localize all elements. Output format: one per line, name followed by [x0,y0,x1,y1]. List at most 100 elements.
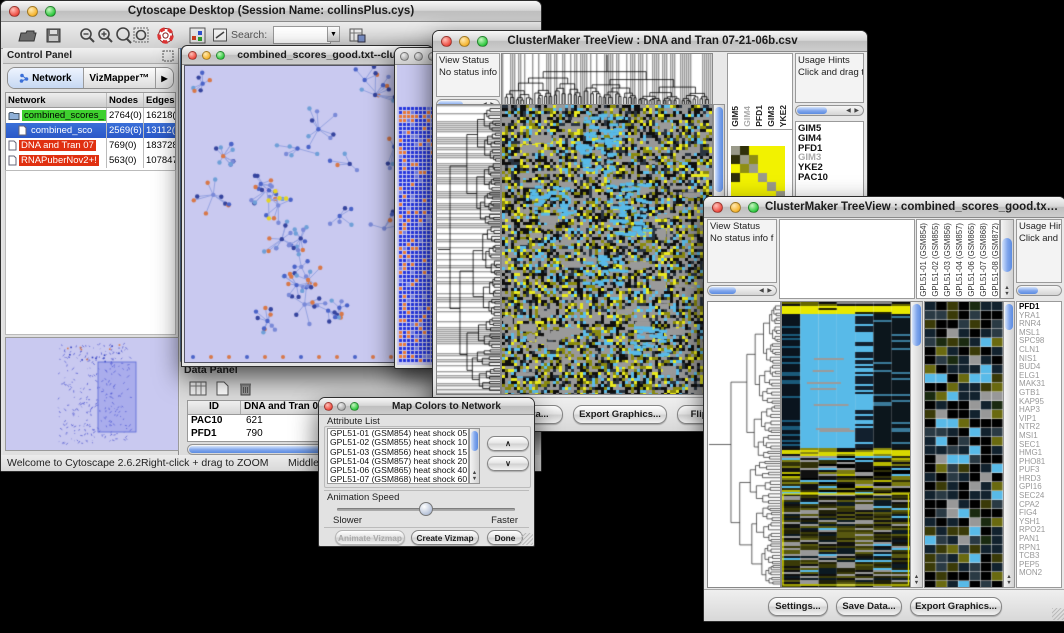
scrollbar-thumb[interactable] [715,107,723,192]
scroll-arrows-icon[interactable]: ◀ ▶ [759,287,773,294]
usage-hints-text: Click and drag to [796,67,863,78]
matrix-column-labels: GIM5GIM4PFD1GIM3YKE2PAC10 [730,54,792,130]
row-dendrogram[interactable] [436,104,501,395]
column-tree-area[interactable] [779,219,915,299]
done-button[interactable]: Done [487,530,523,545]
network-row[interactable]: combined_scores_ 2764(0) 16218(0) [6,108,175,123]
tab-overflow-button[interactable]: ▶ [156,68,173,88]
zoom-button[interactable] [350,402,359,411]
usage-hints-scrollbar[interactable] [1016,285,1062,296]
gene-list-vscrollbar[interactable]: ▲▼ [1003,301,1015,588]
network-table-header[interactable]: Network Nodes Edges [6,93,175,108]
global-heatmap[interactable] [781,301,911,588]
search-input[interactable] [273,26,331,44]
zoom-button[interactable] [216,51,225,60]
network-row-selected[interactable]: combined_sco 2569(6) 13112(15) [6,123,175,138]
speed-slider-thumb[interactable] [419,502,433,516]
scroll-arrows-icon[interactable]: ▲▼ [470,470,479,482]
zoom-heatmap[interactable] [924,301,1004,588]
global-heatmap[interactable] [501,104,713,395]
close-button[interactable] [188,51,197,60]
search-dropdown-button[interactable]: ▼ [327,26,340,42]
scroll-arrows-icon[interactable]: ▲▼ [1001,285,1013,297]
scrollbar-thumb[interactable] [912,304,921,346]
minimize-button[interactable] [337,402,346,411]
network-row[interactable]: DNA and Tran 07 769(0) 183728(0) [6,138,175,153]
zoom-button[interactable] [477,36,488,47]
matrix-column-label: PAC10 [790,100,793,127]
close-button[interactable] [441,36,452,47]
minimize-button[interactable] [414,52,423,61]
create-vizmap-button[interactable]: Create Vizmap [411,530,479,545]
birdseye-overview[interactable] [5,337,179,451]
annotation-icon[interactable] [208,24,232,46]
close-button[interactable] [9,6,20,17]
scrollbar-thumb[interactable] [1005,304,1013,330]
attribute-select-icon[interactable] [186,377,210,399]
scrollbar-thumb[interactable] [709,287,736,294]
scroll-arrows-icon[interactable]: ▲▼ [911,574,922,586]
delete-attribute-icon[interactable] [233,377,257,399]
col-header-edges[interactable]: Edges [144,93,175,107]
close-button[interactable] [712,202,723,213]
close-button[interactable] [324,402,333,411]
treeview1-titlebar[interactable]: ClusterMaker TreeView : DNA and Tran 07-… [433,31,867,52]
col-header-network[interactable]: Network [6,93,107,107]
new-attribute-icon[interactable] [210,377,234,399]
settings-label: Settings... [775,601,820,612]
treeview2-title: ClusterMaker TreeView : combined_scores_… [759,201,1064,213]
column-dendrogram[interactable] [501,53,713,105]
attribute-list-item[interactable]: GPL51-07 (GSM868) heat shock 60 min [328,475,468,484]
zoom-button[interactable] [748,202,759,213]
column-labels-vscrollbar[interactable]: ▲▼ [1000,219,1014,299]
save-session-button[interactable] [41,24,65,46]
network-row[interactable]: RNAPuberNov2+! 563(0) 107847(0) [6,153,175,168]
animate-vizmap-button[interactable]: Animate Vizmap [335,530,405,545]
minimize-button[interactable] [202,51,211,60]
main-window-title: Cytoscape Desktop (Session Name: collins… [56,5,486,17]
attribute-list-vscrollbar[interactable]: ▲▼ [469,428,480,484]
minimize-button[interactable] [730,202,741,213]
minimize-button[interactable] [459,36,470,47]
treeview2-titlebar[interactable]: ClusterMaker TreeView : combined_scores_… [704,197,1064,218]
attribute-browser-icon[interactable] [345,24,369,46]
move-down-button[interactable]: ∨ [487,456,529,471]
main-titlebar[interactable]: Cytoscape Desktop (Session Name: collins… [1,1,541,22]
resize-grip[interactable] [1052,608,1064,620]
help-icon[interactable] [153,24,177,46]
tab-vizmapper[interactable]: VizMapper™ [84,68,156,88]
view-status-scrollbar[interactable]: ◀ ▶ [707,285,777,296]
network-edges: 107847(0) [144,153,175,168]
zoom-fit-icon[interactable] [129,24,153,46]
close-button[interactable] [400,52,409,61]
data-col-id[interactable]: ID [188,401,241,414]
minimize-button[interactable] [27,6,38,17]
export-graphics-button[interactable]: Export Graphics... [910,597,1002,616]
vizmapper-icon[interactable] [185,24,209,46]
row-dendrogram[interactable] [707,301,781,588]
scrollbar-thumb[interactable] [471,431,478,451]
float-panel-icon[interactable] [162,49,174,67]
network-tab-icon [19,73,29,83]
col-header-nodes[interactable]: Nodes [107,93,144,107]
dialog-titlebar[interactable]: Map Colors to Network [319,398,534,415]
resize-grip[interactable] [521,533,533,545]
scrollbar-thumb[interactable] [797,107,827,114]
tab-network[interactable]: Network [8,68,84,88]
save-data-button[interactable]: Save Data... [836,597,902,616]
settings-button[interactable]: Settings... [768,597,828,616]
matrix-row-label[interactable]: PAC10 [796,173,863,183]
export-graphics-button[interactable]: Export Graphics... [573,405,667,424]
heatmap-vscrollbar[interactable]: ▲▼ [910,301,923,588]
file-icon [8,140,17,151]
scroll-arrows-icon[interactable]: ▲▼ [1004,574,1014,586]
gene-name[interactable]: MON2 [1017,569,1061,578]
scroll-arrows-icon[interactable]: ◀ ▶ [846,107,860,114]
move-up-button[interactable]: ∧ [487,436,529,451]
scrollbar-thumb[interactable] [1018,287,1038,294]
usage-hints-scrollbar[interactable]: ◀ ▶ [795,105,864,116]
scrollbar-thumb[interactable] [1002,238,1012,272]
open-session-button[interactable] [15,24,39,46]
correlation-matrix[interactable] [731,146,785,200]
zoom-button[interactable] [45,6,56,17]
